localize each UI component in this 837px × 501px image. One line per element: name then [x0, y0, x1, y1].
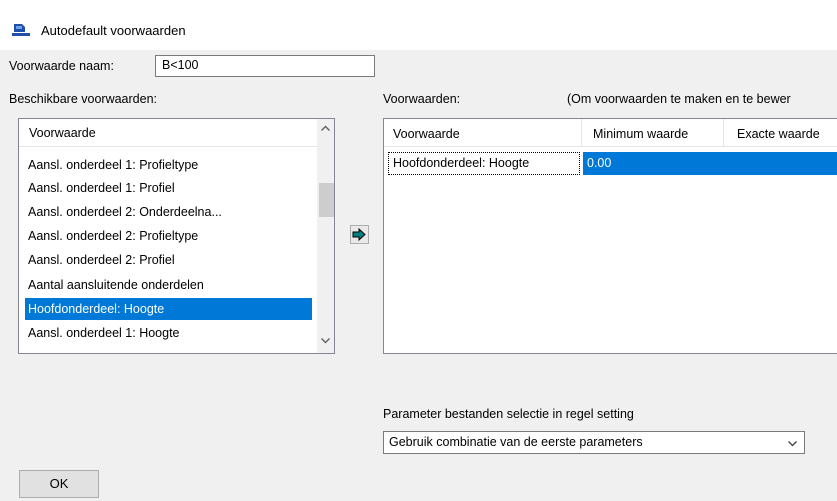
scroll-down-icon[interactable]	[320, 335, 331, 349]
list-item[interactable]: Aansl. onderdeel 2: Profieltype	[25, 225, 312, 247]
list-item[interactable]: Aansl. onderdeel 2: Profiel	[25, 249, 312, 271]
conditions-label: Voorwaarden:	[383, 92, 461, 106]
available-label: Beschikbare voorwaarden:	[9, 92, 157, 106]
arrow-right-icon	[352, 227, 366, 242]
row-condition-cell[interactable]: Hoofdonderdeel: Hoogte	[388, 152, 580, 175]
list-item[interactable]: Aansl. onderdeel 1: Hoogte	[25, 322, 312, 344]
window-title: Autodefault voorwaarden	[41, 23, 186, 38]
list-item[interactable]: Aansl. onderdeel 1: Profieltype	[25, 154, 312, 176]
list-item[interactable]: Aansl. onderdeel 1: Profiel	[25, 177, 312, 199]
grid-col-condition[interactable]: Voorwaarde	[393, 127, 460, 141]
table-row[interactable]: Hoofdonderdeel: Hoogte 0.00	[388, 152, 837, 175]
name-label: Voorwaarde naam:	[9, 59, 114, 73]
list-item-selected[interactable]: Hoofdonderdeel: Hoogte	[25, 298, 312, 320]
available-list-header[interactable]: Voorwaarde	[19, 119, 317, 147]
parameter-label: Parameter bestanden selectie in regel se…	[383, 407, 634, 421]
ok-button[interactable]: OK	[19, 470, 99, 498]
parameter-select[interactable]: Gebruik combinatie van de eerste paramet…	[383, 431, 805, 454]
conditions-grid[interactable]: Voorwaarde Minimum waarde Exacte waarde …	[383, 118, 837, 354]
parameter-select-value: Gebruik combinatie van de eerste paramet…	[389, 435, 643, 449]
vertical-scrollbar[interactable]	[317, 119, 334, 353]
name-input[interactable]: B<100	[155, 55, 375, 77]
list-item[interactable]: Aansl. onderdeel 2: Onderdeelna...	[25, 201, 312, 223]
column-divider	[581, 119, 582, 147]
row-minimum-cell[interactable]: 0.00	[583, 152, 837, 175]
scroll-thumb[interactable]	[319, 183, 334, 217]
available-list[interactable]: Voorwaarde Aansl. onderdeel 1: Profielty…	[18, 118, 335, 354]
add-condition-button[interactable]	[350, 225, 369, 244]
list-item[interactable]: Aantal aansluitende onderdelen	[25, 274, 312, 296]
grid-col-minimum[interactable]: Minimum waarde	[593, 127, 688, 141]
column-divider	[723, 119, 724, 147]
chevron-down-icon[interactable]	[787, 438, 798, 452]
available-column-header[interactable]: Voorwaarde	[29, 126, 96, 140]
app-icon	[12, 22, 30, 36]
scroll-up-icon[interactable]	[320, 123, 331, 137]
grid-col-exact[interactable]: Exacte waarde	[737, 127, 820, 141]
conditions-hint: (Om voorwaarden te maken en te bewer	[567, 92, 791, 106]
